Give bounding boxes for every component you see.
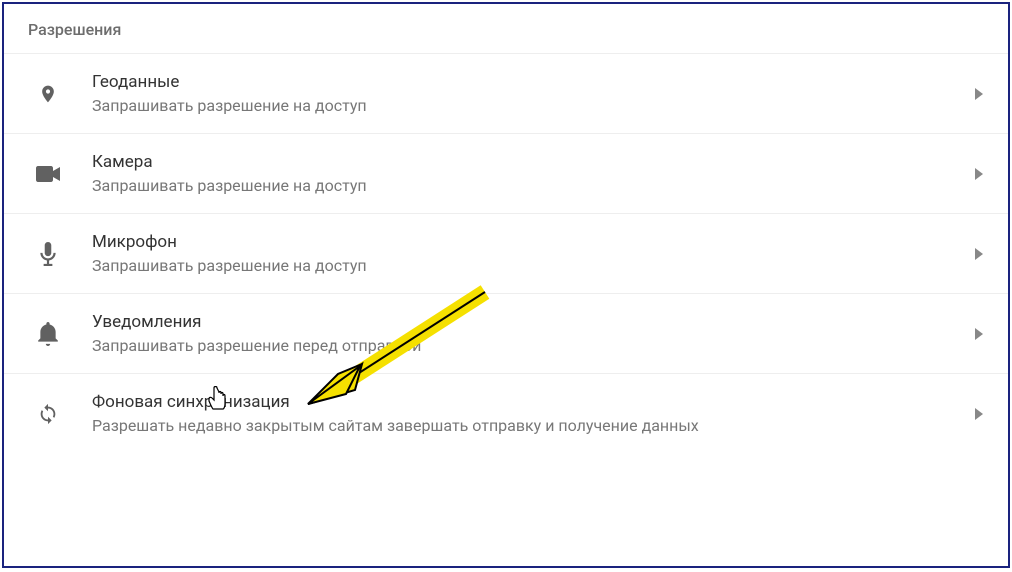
permission-item-microphone[interactable]: Микрофон Запрашивать разрешение на досту… <box>4 213 1008 293</box>
sync-icon <box>34 400 62 428</box>
permission-item-location[interactable]: Геоданные Запрашивать разрешение на дост… <box>4 53 1008 133</box>
permission-subtitle: Запрашивать разрешение перед отправкой <box>92 336 974 355</box>
permission-title: Камера <box>92 152 974 172</box>
permission-item-notifications[interactable]: Уведомления Запрашивать разрешение перед… <box>4 293 1008 373</box>
permission-subtitle: Разрешать недавно закрытым сайтам заверш… <box>92 416 974 435</box>
permission-title: Фоновая синхронизация <box>92 392 974 412</box>
chevron-right-icon <box>974 328 984 340</box>
section-title: Разрешения <box>4 4 1008 53</box>
chevron-right-icon <box>974 248 984 260</box>
permission-text: Фоновая синхронизация Разрешать недавно … <box>92 392 974 435</box>
permissions-list: Геоданные Запрашивать разрешение на дост… <box>4 53 1008 465</box>
permission-title: Микрофон <box>92 232 974 252</box>
microphone-icon <box>34 240 62 268</box>
permission-title: Уведомления <box>92 312 974 332</box>
chevron-right-icon <box>974 408 984 420</box>
permission-subtitle: Запрашивать разрешение на доступ <box>92 96 974 115</box>
chevron-right-icon <box>974 88 984 100</box>
permission-text: Камера Запрашивать разрешение на доступ <box>92 152 974 195</box>
permission-item-camera[interactable]: Камера Запрашивать разрешение на доступ <box>4 133 1008 213</box>
permissions-panel: Разрешения Геоданные Запрашивать разреше… <box>2 2 1010 568</box>
location-icon <box>34 80 62 108</box>
permission-subtitle: Запрашивать разрешение на доступ <box>92 256 974 275</box>
permission-text: Уведомления Запрашивать разрешение перед… <box>92 312 974 355</box>
bell-icon <box>34 320 62 348</box>
permission-text: Микрофон Запрашивать разрешение на досту… <box>92 232 974 275</box>
permission-subtitle: Запрашивать разрешение на доступ <box>92 176 974 195</box>
permission-title: Геоданные <box>92 72 974 92</box>
permission-text: Геоданные Запрашивать разрешение на дост… <box>92 72 974 115</box>
permission-item-background-sync[interactable]: Фоновая синхронизация Разрешать недавно … <box>4 373 1008 465</box>
chevron-right-icon <box>974 168 984 180</box>
camera-icon <box>34 160 62 188</box>
